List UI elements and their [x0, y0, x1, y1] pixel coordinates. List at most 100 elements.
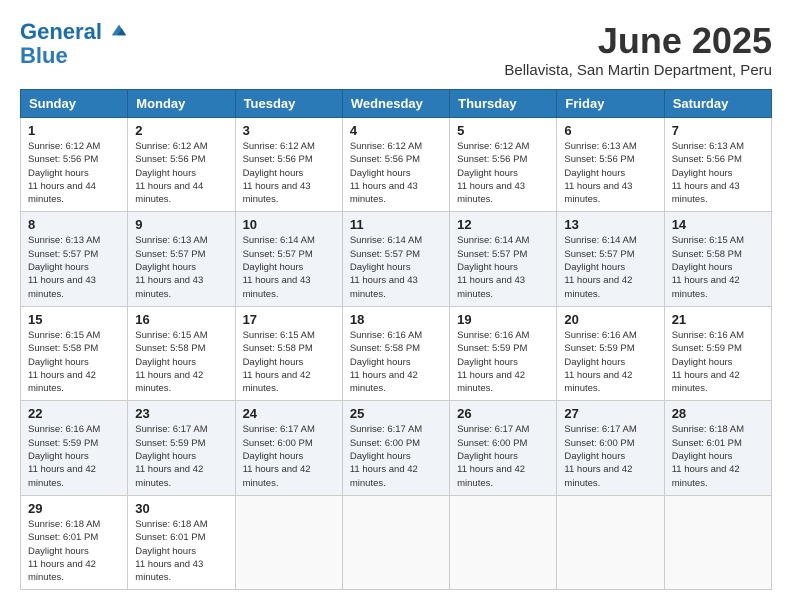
calendar-cell: 24 Sunrise: 6:17 AM Sunset: 6:00 PM Dayl…	[235, 401, 342, 495]
day-number: 19	[457, 312, 549, 327]
day-number: 9	[135, 217, 227, 232]
calendar-week-1: 1 Sunrise: 6:12 AM Sunset: 5:56 PM Dayli…	[21, 118, 772, 212]
calendar-cell: 13 Sunrise: 6:14 AM Sunset: 5:57 PM Dayl…	[557, 212, 664, 306]
day-info: Sunrise: 6:14 AM Sunset: 5:57 PM Dayligh…	[457, 234, 549, 300]
calendar-cell: 19 Sunrise: 6:16 AM Sunset: 5:59 PM Dayl…	[450, 306, 557, 400]
calendar-cell: 4 Sunrise: 6:12 AM Sunset: 5:56 PM Dayli…	[342, 118, 449, 212]
day-number: 8	[28, 217, 120, 232]
day-number: 28	[672, 406, 764, 421]
day-number: 1	[28, 123, 120, 138]
day-info: Sunrise: 6:12 AM Sunset: 5:56 PM Dayligh…	[457, 140, 549, 206]
day-number: 30	[135, 501, 227, 516]
day-number: 26	[457, 406, 549, 421]
day-info: Sunrise: 6:13 AM Sunset: 5:57 PM Dayligh…	[28, 234, 120, 300]
calendar-cell	[235, 495, 342, 589]
calendar-cell: 15 Sunrise: 6:15 AM Sunset: 5:58 PM Dayl…	[21, 306, 128, 400]
calendar-cell: 2 Sunrise: 6:12 AM Sunset: 5:56 PM Dayli…	[128, 118, 235, 212]
day-number: 23	[135, 406, 227, 421]
day-number: 3	[243, 123, 335, 138]
day-number: 27	[564, 406, 656, 421]
calendar-cell: 18 Sunrise: 6:16 AM Sunset: 5:58 PM Dayl…	[342, 306, 449, 400]
calendar-week-2: 8 Sunrise: 6:13 AM Sunset: 5:57 PM Dayli…	[21, 212, 772, 306]
calendar-cell: 7 Sunrise: 6:13 AM Sunset: 5:56 PM Dayli…	[664, 118, 771, 212]
day-info: Sunrise: 6:17 AM Sunset: 6:00 PM Dayligh…	[350, 423, 442, 489]
page-header: General Blue June 2025 Bellavista, San M…	[20, 20, 772, 79]
calendar-cell: 12 Sunrise: 6:14 AM Sunset: 5:57 PM Dayl…	[450, 212, 557, 306]
calendar-cell: 29 Sunrise: 6:18 AM Sunset: 6:01 PM Dayl…	[21, 495, 128, 589]
day-info: Sunrise: 6:14 AM Sunset: 5:57 PM Dayligh…	[350, 234, 442, 300]
day-info: Sunrise: 6:18 AM Sunset: 6:01 PM Dayligh…	[672, 423, 764, 489]
day-info: Sunrise: 6:14 AM Sunset: 5:57 PM Dayligh…	[564, 234, 656, 300]
calendar-cell: 5 Sunrise: 6:12 AM Sunset: 5:56 PM Dayli…	[450, 118, 557, 212]
calendar-cell: 3 Sunrise: 6:12 AM Sunset: 5:56 PM Dayli…	[235, 118, 342, 212]
day-number: 11	[350, 217, 442, 232]
day-info: Sunrise: 6:13 AM Sunset: 5:56 PM Dayligh…	[564, 140, 656, 206]
day-info: Sunrise: 6:16 AM Sunset: 5:59 PM Dayligh…	[457, 329, 549, 395]
calendar-week-5: 29 Sunrise: 6:18 AM Sunset: 6:01 PM Dayl…	[21, 495, 772, 589]
day-info: Sunrise: 6:17 AM Sunset: 6:00 PM Dayligh…	[564, 423, 656, 489]
weekday-header-thursday: Thursday	[450, 90, 557, 118]
day-number: 6	[564, 123, 656, 138]
calendar-cell	[557, 495, 664, 589]
calendar-cell: 16 Sunrise: 6:15 AM Sunset: 5:58 PM Dayl…	[128, 306, 235, 400]
calendar-cell: 6 Sunrise: 6:13 AM Sunset: 5:56 PM Dayli…	[557, 118, 664, 212]
day-number: 25	[350, 406, 442, 421]
day-info: Sunrise: 6:16 AM Sunset: 5:59 PM Dayligh…	[672, 329, 764, 395]
day-number: 13	[564, 217, 656, 232]
calendar-cell: 14 Sunrise: 6:15 AM Sunset: 5:58 PM Dayl…	[664, 212, 771, 306]
weekday-header-wednesday: Wednesday	[342, 90, 449, 118]
day-number: 15	[28, 312, 120, 327]
weekday-header-sunday: Sunday	[21, 90, 128, 118]
calendar-cell: 1 Sunrise: 6:12 AM Sunset: 5:56 PM Dayli…	[21, 118, 128, 212]
calendar-cell: 22 Sunrise: 6:16 AM Sunset: 5:59 PM Dayl…	[21, 401, 128, 495]
day-info: Sunrise: 6:12 AM Sunset: 5:56 PM Dayligh…	[135, 140, 227, 206]
calendar-cell: 11 Sunrise: 6:14 AM Sunset: 5:57 PM Dayl…	[342, 212, 449, 306]
weekday-header-friday: Friday	[557, 90, 664, 118]
calendar-week-4: 22 Sunrise: 6:16 AM Sunset: 5:59 PM Dayl…	[21, 401, 772, 495]
day-number: 22	[28, 406, 120, 421]
calendar-cell: 26 Sunrise: 6:17 AM Sunset: 6:00 PM Dayl…	[450, 401, 557, 495]
title-section: June 2025 Bellavista, San Martin Departm…	[504, 20, 772, 79]
calendar-cell: 25 Sunrise: 6:17 AM Sunset: 6:00 PM Dayl…	[342, 401, 449, 495]
day-number: 12	[457, 217, 549, 232]
calendar-cell: 20 Sunrise: 6:16 AM Sunset: 5:59 PM Dayl…	[557, 306, 664, 400]
day-info: Sunrise: 6:16 AM Sunset: 5:59 PM Dayligh…	[564, 329, 656, 395]
weekday-header-tuesday: Tuesday	[235, 90, 342, 118]
calendar-cell: 17 Sunrise: 6:15 AM Sunset: 5:58 PM Dayl…	[235, 306, 342, 400]
location-title: Bellavista, San Martin Department, Peru	[504, 62, 772, 79]
day-info: Sunrise: 6:14 AM Sunset: 5:57 PM Dayligh…	[243, 234, 335, 300]
calendar-cell: 8 Sunrise: 6:13 AM Sunset: 5:57 PM Dayli…	[21, 212, 128, 306]
calendar-cell	[450, 495, 557, 589]
calendar-cell: 21 Sunrise: 6:16 AM Sunset: 5:59 PM Dayl…	[664, 306, 771, 400]
day-info: Sunrise: 6:12 AM Sunset: 5:56 PM Dayligh…	[350, 140, 442, 206]
calendar-cell	[664, 495, 771, 589]
day-info: Sunrise: 6:13 AM Sunset: 5:57 PM Dayligh…	[135, 234, 227, 300]
day-number: 10	[243, 217, 335, 232]
day-info: Sunrise: 6:18 AM Sunset: 6:01 PM Dayligh…	[135, 518, 227, 584]
calendar-cell: 23 Sunrise: 6:17 AM Sunset: 5:59 PM Dayl…	[128, 401, 235, 495]
day-number: 4	[350, 123, 442, 138]
month-title: June 2025	[504, 20, 772, 62]
calendar-header-row: SundayMondayTuesdayWednesdayThursdayFrid…	[21, 90, 772, 118]
logo: General Blue	[20, 20, 128, 68]
day-info: Sunrise: 6:17 AM Sunset: 6:00 PM Dayligh…	[243, 423, 335, 489]
calendar-cell: 9 Sunrise: 6:13 AM Sunset: 5:57 PM Dayli…	[128, 212, 235, 306]
day-info: Sunrise: 6:18 AM Sunset: 6:01 PM Dayligh…	[28, 518, 120, 584]
day-number: 16	[135, 312, 227, 327]
day-info: Sunrise: 6:17 AM Sunset: 5:59 PM Dayligh…	[135, 423, 227, 489]
day-info: Sunrise: 6:13 AM Sunset: 5:56 PM Dayligh…	[672, 140, 764, 206]
day-number: 17	[243, 312, 335, 327]
day-info: Sunrise: 6:15 AM Sunset: 5:58 PM Dayligh…	[28, 329, 120, 395]
day-number: 2	[135, 123, 227, 138]
logo-blue-text: Blue	[20, 44, 128, 68]
day-info: Sunrise: 6:15 AM Sunset: 5:58 PM Dayligh…	[135, 329, 227, 395]
day-number: 18	[350, 312, 442, 327]
calendar-cell: 10 Sunrise: 6:14 AM Sunset: 5:57 PM Dayl…	[235, 212, 342, 306]
calendar-table: SundayMondayTuesdayWednesdayThursdayFrid…	[20, 89, 772, 590]
day-info: Sunrise: 6:16 AM Sunset: 5:58 PM Dayligh…	[350, 329, 442, 395]
day-info: Sunrise: 6:15 AM Sunset: 5:58 PM Dayligh…	[243, 329, 335, 395]
day-info: Sunrise: 6:17 AM Sunset: 6:00 PM Dayligh…	[457, 423, 549, 489]
day-number: 21	[672, 312, 764, 327]
day-number: 29	[28, 501, 120, 516]
day-number: 20	[564, 312, 656, 327]
